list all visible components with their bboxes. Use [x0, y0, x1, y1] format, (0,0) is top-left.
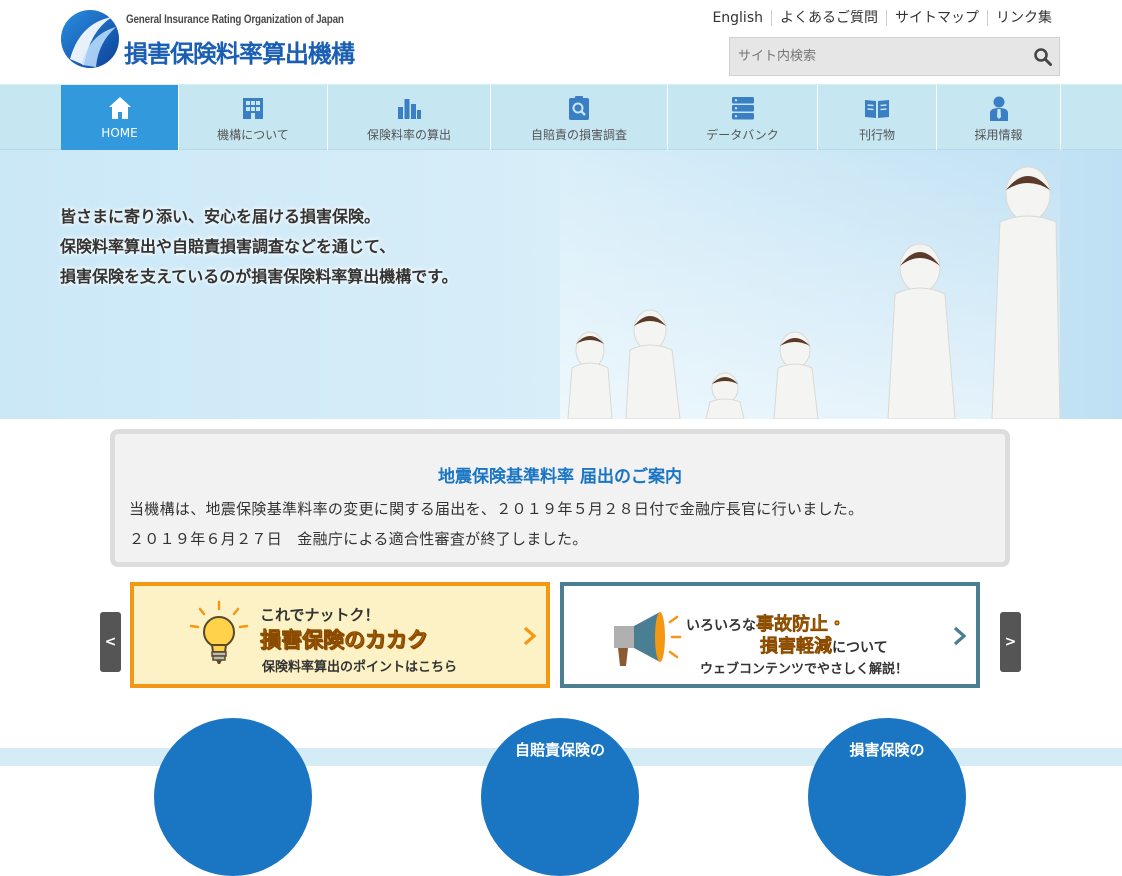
feature-circle-line1: 自賠責保険の	[514, 741, 605, 759]
nav-item-label: HOME	[101, 126, 138, 140]
search-input[interactable]	[730, 38, 1020, 75]
feature-circle-insurance[interactable]: 損害保険の	[808, 718, 966, 876]
util-link-faq[interactable]: よくあるご質問	[771, 10, 886, 26]
home-icon	[108, 97, 131, 119]
chevron-right-icon	[523, 626, 537, 646]
nav-item-rate-calc[interactable]: 保険料率の算出	[328, 85, 491, 150]
util-link-sitemap[interactable]: サイトマップ	[886, 10, 987, 26]
nav-item-databank[interactable]: データバンク	[668, 85, 818, 150]
nav-item-label: 刊行物	[858, 128, 895, 142]
utility-links: English よくあるご質問 サイトマップ リンク集	[704, 10, 1060, 26]
nav-item-label: データバンク	[706, 128, 779, 142]
search-icon[interactable]	[1033, 47, 1053, 67]
site-search	[729, 37, 1060, 76]
notice-title[interactable]: 地震保険基準料率 届出のご案内	[115, 462, 1005, 487]
logo-mark-icon	[61, 10, 119, 68]
banner1-line2: 損害保険のカカク	[260, 628, 429, 653]
banner1-line1: これでナットク！	[260, 606, 380, 624]
util-link-links[interactable]: リンク集	[987, 10, 1060, 26]
site-header: General Insurance Rating Organization of…	[0, 0, 1122, 84]
database-icon	[731, 97, 754, 120]
notice-box: 地震保険基準料率 届出のご案内 当機構は、地震保険基準料率の変更に関する届出を、…	[110, 429, 1010, 567]
hero-banner: 皆さまに寄り添い、安心を届ける損害保険。 保険料率算出や自賠責損害調査などを通じ…	[0, 150, 1122, 419]
nav-item-label: 保険料率の算出	[366, 128, 451, 142]
nav-item-damage-survey[interactable]: 自賠責の損害調査	[491, 85, 668, 150]
hero-line: 損害保険を支えているのが損害保険料率算出機構です。	[60, 267, 458, 286]
feature-circle-1[interactable]	[154, 718, 312, 876]
carousel-next-button[interactable]: >	[1000, 612, 1021, 672]
hero-line: 皆さまに寄り添い、安心を届ける損害保険。	[60, 207, 381, 226]
chevron-right-icon	[953, 626, 967, 646]
banner2-line3: ウェブコンテンツでやさしく解説！	[700, 662, 909, 677]
banner2-line2: 損害軽減について	[760, 632, 888, 658]
hero-line: 保険料率算出や自賠責損害調査などを通じて、	[60, 237, 396, 256]
nav-item-label: 自賠責の損害調査	[530, 128, 627, 142]
logo-english-text: General Insurance Rating Organization of…	[126, 12, 344, 26]
nav-item-recruit[interactable]: 採用情報	[937, 85, 1061, 150]
notice-text-line: ２０１９年６月２７日 金融庁による適合性審査が終了しました。	[129, 530, 588, 548]
building-icon	[243, 98, 263, 119]
feature-circle-jibaiseki[interactable]: 自賠責保険の	[481, 718, 639, 876]
banner2-line2-post: について	[832, 640, 888, 656]
nav-item-label: 機構について	[217, 128, 289, 142]
hero-message: 皆さまに寄り添い、安心を届ける損害保険。 保険料率算出や自賠責損害調査などを通じ…	[60, 202, 458, 292]
nav-item-about[interactable]: 機構について	[179, 85, 328, 150]
notice-text-line: 当機構は、地震保険基準料率の変更に関する届出を、２０１９年５月２８日付で金融庁長…	[129, 500, 864, 518]
person-icon	[989, 96, 1008, 121]
clipboard-search-icon	[569, 96, 589, 120]
lightbulb-icon	[189, 600, 249, 664]
nav-item-publications[interactable]: 刊行物	[818, 85, 937, 150]
banner2-line2-emphasis: 損害軽減	[760, 636, 833, 658]
banner2-line1-pre: いろいろな	[686, 618, 756, 634]
banner-insurance-price[interactable]: これでナットク！ 損害保険のカカク 保険料率算出のポイントはこちら	[130, 582, 550, 688]
util-link-english[interactable]: English	[704, 10, 771, 26]
book-icon	[865, 100, 889, 118]
nav-item-home[interactable]: HOME	[61, 85, 179, 150]
global-nav: HOME 機構について 保険料率の算出 自賠責の損害調査 データバンク 刊行物 …	[0, 84, 1122, 150]
nav-item-label: 採用情報	[974, 128, 1023, 142]
banner-accident-prevention[interactable]: いろいろな事故防止・ 損害軽減について ウェブコンテンツでやさしく解説！	[560, 582, 980, 688]
carousel-prev-button[interactable]: <	[100, 612, 121, 672]
banner1-line3: 保険料率算出のポイントはこちら	[262, 660, 458, 675]
feature-circle-line1: 損害保険の	[849, 741, 925, 759]
megaphone-icon	[614, 612, 682, 666]
logo-japanese-text: 損害保険料率算出機構	[124, 40, 355, 68]
bar-chart-icon	[398, 99, 421, 119]
site-logo[interactable]: General Insurance Rating Organization of…	[60, 8, 370, 70]
